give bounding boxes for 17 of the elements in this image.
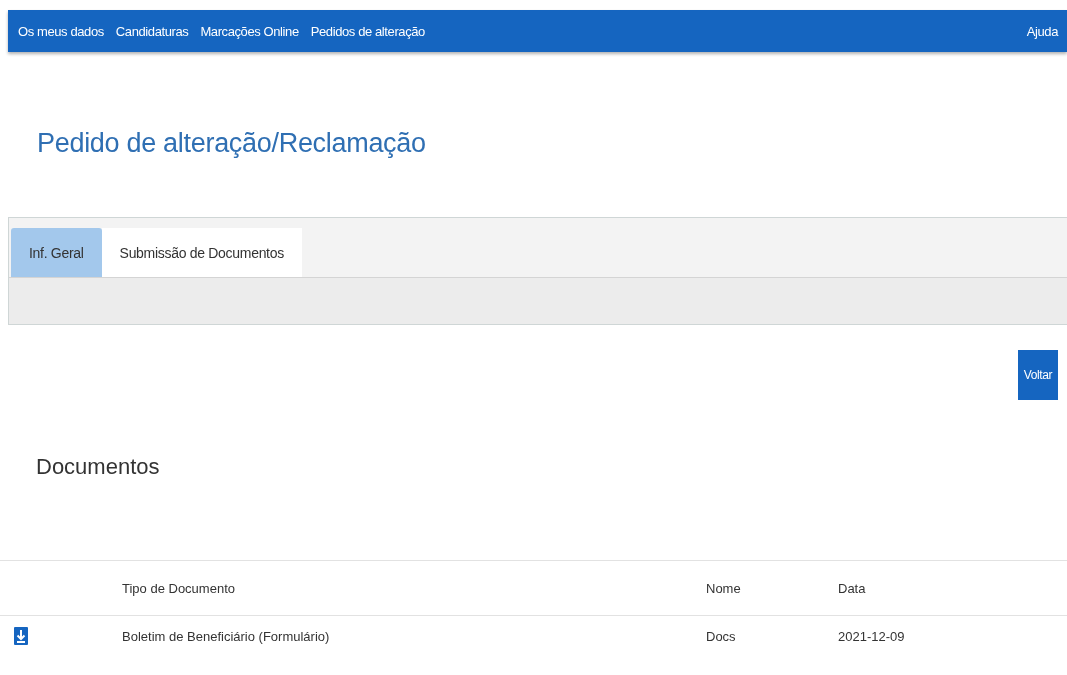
page-title: Pedido de alteração/Reclamação (37, 128, 427, 159)
nav-link[interactable]: Candidaturas (115, 23, 189, 39)
table-cell-text: Docs (706, 628, 737, 644)
nav-link[interactable]: Pedidos de alteração (310, 23, 425, 39)
download-icon[interactable] (14, 627, 28, 645)
nav-link[interactable]: Os meus dados (18, 23, 104, 39)
tab[interactable]: Inf. Geral (11, 228, 102, 277)
column-header: Data (838, 580, 867, 596)
section-title: Documentos (36, 454, 161, 480)
nav-link[interactable]: Marcações Online (200, 23, 299, 39)
column-header: Nome (706, 580, 742, 596)
tab[interactable]: Submissão de Documentos (101, 228, 302, 277)
help-link[interactable]: Ajuda (1026, 23, 1058, 39)
back-button[interactable]: Voltar (1018, 350, 1058, 400)
column-header: Tipo de Documento (122, 580, 236, 596)
table-cell-text: 2021-12-09 (838, 628, 906, 644)
table-cell-text: Boletim de Beneficiário (Formulário) (122, 628, 331, 644)
